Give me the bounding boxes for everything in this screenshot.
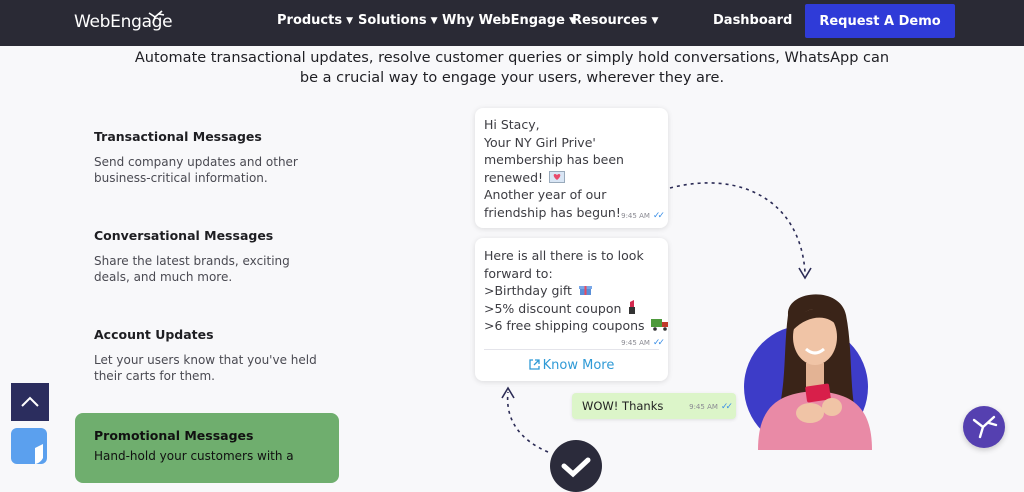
chat-widget-button[interactable] (963, 406, 1005, 448)
bird-icon (972, 415, 998, 439)
shield-icon (35, 444, 43, 464)
scroll-to-top-button[interactable] (11, 383, 49, 421)
check-icon (561, 457, 591, 478)
customer-photo (758, 294, 872, 450)
chevron-up-icon (21, 396, 39, 407)
privacy-shield-button[interactable] (11, 428, 47, 464)
check-circle (550, 440, 602, 492)
